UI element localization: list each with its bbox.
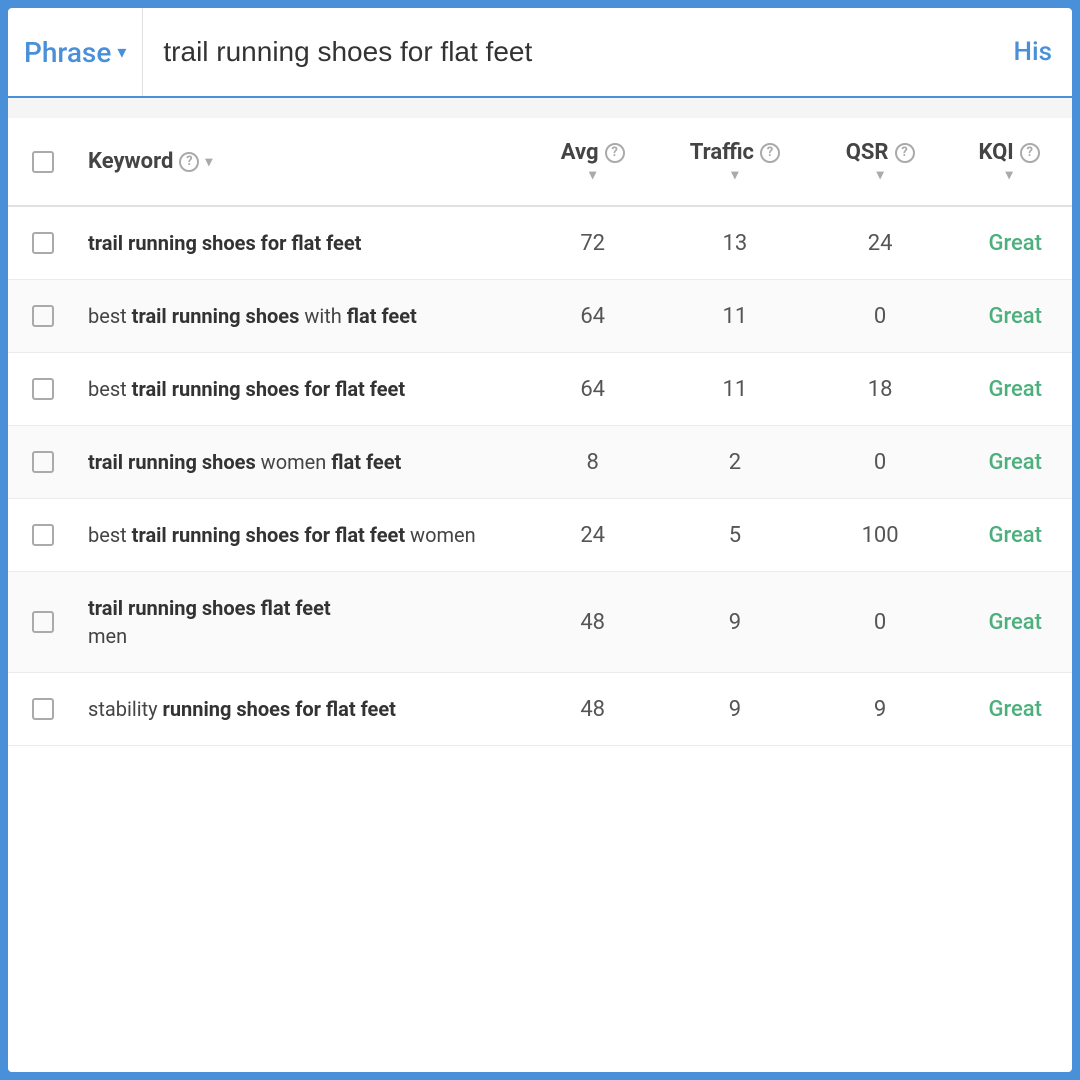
keywords-table: Keyword ? ▾ Avg ? ▾	[8, 118, 1072, 746]
history-button[interactable]: His	[994, 8, 1072, 96]
kqi-cell-4: Great	[946, 426, 1072, 499]
traffic-info-icon[interactable]: ?	[760, 143, 780, 163]
traffic-cell-3: 11	[656, 353, 814, 426]
avg-cell-6: 48	[530, 572, 656, 673]
chevron-down-icon: ▾	[117, 42, 126, 63]
traffic-cell-1: 13	[656, 206, 814, 280]
spacer	[8, 98, 1072, 118]
kqi-sort-icon[interactable]: ▾	[1006, 167, 1013, 183]
traffic-cell-2: 11	[656, 280, 814, 353]
qsr-cell-4: 0	[814, 426, 946, 499]
kqi-cell-3: Great	[946, 353, 1072, 426]
keyword-cell-3: best trail running shoes for flat feet	[68, 353, 530, 426]
traffic-cell-7: 9	[656, 673, 814, 746]
qsr-cell-7: 9	[814, 673, 946, 746]
keyword-info-icon[interactable]: ?	[179, 152, 199, 172]
row-checkbox-cell-1	[8, 206, 68, 280]
col-header-keyword: Keyword ? ▾	[68, 118, 530, 206]
qsr-info-icon[interactable]: ?	[895, 143, 915, 163]
traffic-cell-4: 2	[656, 426, 814, 499]
table-row: stability running shoes for flat feet 48…	[8, 673, 1072, 746]
avg-sort-icon[interactable]: ▾	[589, 167, 596, 183]
qsr-cell-1: 24	[814, 206, 946, 280]
keyword-sort-icon[interactable]: ▾	[205, 154, 212, 170]
keyword-cell-5: best trail running shoes for flat feet w…	[68, 499, 530, 572]
kqi-cell-6: Great	[946, 572, 1072, 673]
search-input-area	[143, 8, 993, 96]
col-header-kqi: KQI ? ▾	[946, 118, 1072, 206]
qsr-sort-icon[interactable]: ▾	[877, 167, 884, 183]
select-all-checkbox[interactable]	[32, 151, 54, 173]
avg-col-label: Avg	[561, 140, 599, 165]
keyword-cell-1: trail running shoes for flat feet	[68, 206, 530, 280]
col-header-avg: Avg ? ▾	[530, 118, 656, 206]
keyword-cell-7: stability running shoes for flat feet	[68, 673, 530, 746]
row-checkbox-3[interactable]	[32, 378, 54, 400]
row-checkbox-6[interactable]	[32, 611, 54, 633]
qsr-cell-5: 100	[814, 499, 946, 572]
keyword-cell-2: best trail running shoes with flat feet	[68, 280, 530, 353]
top-bar: Phrase ▾ His	[8, 8, 1072, 98]
qsr-col-label: QSR	[846, 140, 889, 165]
kqi-cell-1: Great	[946, 206, 1072, 280]
row-checkbox-4[interactable]	[32, 451, 54, 473]
row-checkbox-5[interactable]	[32, 524, 54, 546]
table-row: best trail running shoes for flat feet 6…	[8, 353, 1072, 426]
keyword-cell-4: trail running shoes women flat feet	[68, 426, 530, 499]
kqi-info-icon[interactable]: ?	[1020, 143, 1040, 163]
main-content: Keyword ? ▾ Avg ? ▾	[8, 118, 1072, 1072]
table-row: trail running shoes women flat feet 8 2 …	[8, 426, 1072, 499]
keyword-col-label: Keyword	[88, 149, 173, 174]
avg-cell-3: 64	[530, 353, 656, 426]
table-container: Keyword ? ▾ Avg ? ▾	[8, 118, 1072, 1072]
traffic-cell-6: 9	[656, 572, 814, 673]
avg-cell-5: 24	[530, 499, 656, 572]
col-header-traffic: Traffic ? ▾	[656, 118, 814, 206]
row-checkbox-7[interactable]	[32, 698, 54, 720]
keyword-cell-6: trail running shoes flat feetmen	[68, 572, 530, 673]
avg-info-icon[interactable]: ?	[605, 143, 625, 163]
table-header-row: Keyword ? ▾ Avg ? ▾	[8, 118, 1072, 206]
row-checkbox-cell-4	[8, 426, 68, 499]
kqi-cell-7: Great	[946, 673, 1072, 746]
select-all-cell	[8, 118, 68, 206]
table-row: trail running shoes flat feetmen 48 9 0 …	[8, 572, 1072, 673]
avg-cell-1: 72	[530, 206, 656, 280]
search-input[interactable]	[163, 36, 973, 68]
traffic-sort-icon[interactable]: ▾	[731, 167, 738, 183]
kqi-cell-2: Great	[946, 280, 1072, 353]
table-row: trail running shoes for flat feet 72 13 …	[8, 206, 1072, 280]
row-checkbox-cell-3	[8, 353, 68, 426]
app-container: Phrase ▾ His Keyword	[8, 8, 1072, 1072]
qsr-cell-6: 0	[814, 572, 946, 673]
row-checkbox-1[interactable]	[32, 232, 54, 254]
row-checkbox-cell-5	[8, 499, 68, 572]
kqi-cell-5: Great	[946, 499, 1072, 572]
phrase-label: Phrase	[24, 36, 111, 69]
table-row: best trail running shoes with flat feet …	[8, 280, 1072, 353]
phrase-dropdown[interactable]: Phrase ▾	[8, 8, 143, 96]
table-row: best trail running shoes for flat feet w…	[8, 499, 1072, 572]
row-checkbox-cell-7	[8, 673, 68, 746]
qsr-cell-2: 0	[814, 280, 946, 353]
row-checkbox-cell-6	[8, 572, 68, 673]
avg-cell-2: 64	[530, 280, 656, 353]
traffic-cell-5: 5	[656, 499, 814, 572]
avg-cell-7: 48	[530, 673, 656, 746]
row-checkbox-2[interactable]	[32, 305, 54, 327]
traffic-col-label: Traffic	[690, 140, 754, 165]
col-header-qsr: QSR ? ▾	[814, 118, 946, 206]
kqi-col-label: KQI	[978, 140, 1013, 165]
row-checkbox-cell-2	[8, 280, 68, 353]
qsr-cell-3: 18	[814, 353, 946, 426]
avg-cell-4: 8	[530, 426, 656, 499]
